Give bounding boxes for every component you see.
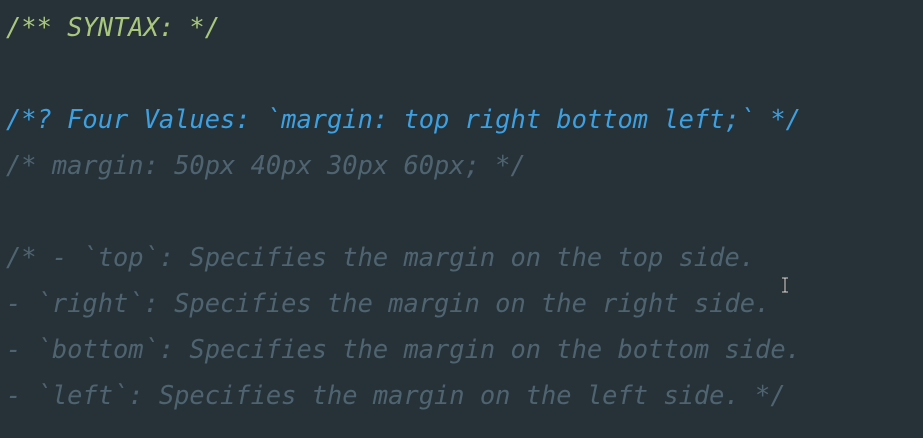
code-line-syntax-heading: /** SYNTAX: */ [6,12,221,42]
code-line-top-description: /* - `top`: Specifies the margin on the … [6,242,756,272]
code-line-right-description: - `right`: Specifies the margin on the r… [6,288,771,318]
code-line-margin-example: /* margin: 50px 40px 30px 60px; */ [6,150,526,180]
code-line-four-values: /*? Four Values: `margin: top right bott… [6,104,801,134]
code-line-left-description: - `left`: Specifies the margin on the le… [6,380,786,410]
i-beam-cursor-icon [782,277,788,293]
code-line-bottom-description: - `bottom`: Specifies the margin on the … [6,334,801,364]
code-editor[interactable]: /** SYNTAX: */ /*? Four Values: `margin:… [0,0,923,438]
